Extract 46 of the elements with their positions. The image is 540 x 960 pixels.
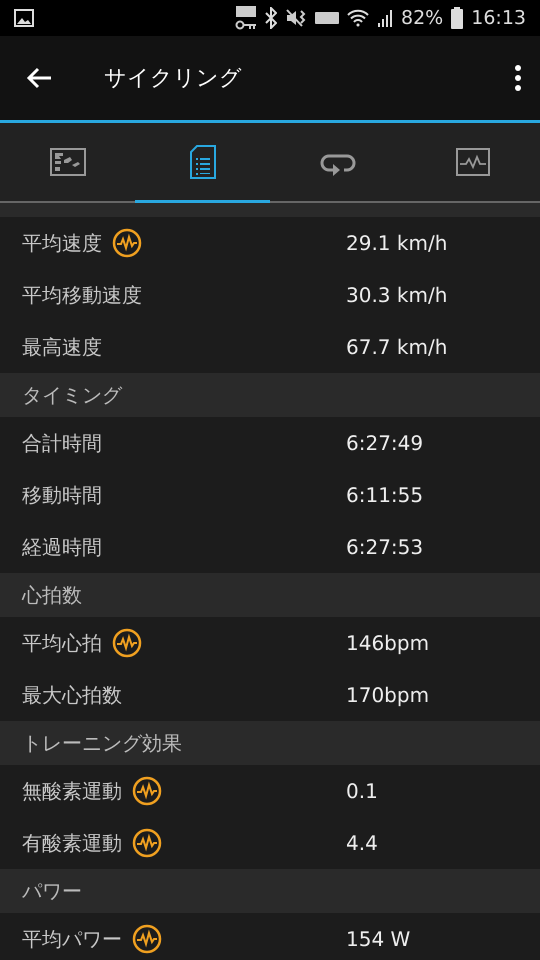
mute-icon [285, 8, 307, 28]
insight-icon[interactable] [132, 828, 162, 858]
map-icon [50, 148, 86, 176]
stat-label: 有酸素運動 [22, 830, 122, 856]
gallery-icon [14, 9, 34, 27]
stat-value: 154 W [346, 927, 410, 951]
stat-label: 平均移動速度 [22, 282, 142, 308]
section-header: トレーニング効果 [0, 721, 540, 765]
back-arrow-icon[interactable] [26, 67, 52, 89]
stat-value: 67.7 km/h [346, 335, 448, 359]
stat-label: 最高速度 [22, 334, 102, 360]
stat-value: 0.1 [346, 779, 378, 803]
activity-chart-icon [456, 148, 490, 176]
stat-value: 170bpm [346, 683, 430, 707]
stat-value: 146bpm [346, 631, 430, 655]
insight-icon[interactable] [132, 924, 162, 954]
stat-value: 6:11:55 [346, 483, 424, 507]
overflow-menu-icon[interactable] [514, 65, 522, 91]
stat-label: 無酸素運動 [22, 778, 122, 804]
stat-value: 30.3 km/h [346, 283, 448, 307]
stat-label: 経過時間 [22, 534, 102, 560]
battery-percent: 82% [401, 7, 444, 29]
section-header: パワー [0, 869, 540, 913]
stat-label: 最大心拍数 [22, 682, 122, 708]
stat-label: 移動時間 [22, 482, 102, 508]
insight-icon[interactable] [132, 776, 162, 806]
stat-label: 平均パワー [22, 926, 122, 952]
stat-value: 29.1 km/h [346, 231, 448, 255]
stat-label: 合計時間 [22, 430, 102, 456]
battery-icon [451, 7, 464, 29]
bluetooth-icon [265, 7, 277, 29]
stat-label: 平均速度 [22, 230, 102, 256]
clock-time: 16:13 [471, 7, 526, 29]
key-icon [235, 5, 257, 31]
stat-label: 平均心拍 [22, 630, 102, 656]
document-list-icon [190, 145, 216, 179]
insight-icon[interactable] [112, 228, 142, 258]
stat-value: 6:27:49 [346, 431, 424, 455]
section-header: タイミング [0, 373, 540, 417]
screen-title: サイクリング [104, 65, 243, 93]
signal-icon [377, 8, 393, 28]
section-header: 心拍数 [0, 573, 540, 617]
stat-value: 6:27:53 [346, 535, 424, 559]
stat-value: 4.4 [346, 831, 378, 855]
insight-icon[interactable] [112, 628, 142, 658]
wifi-icon [347, 9, 369, 27]
